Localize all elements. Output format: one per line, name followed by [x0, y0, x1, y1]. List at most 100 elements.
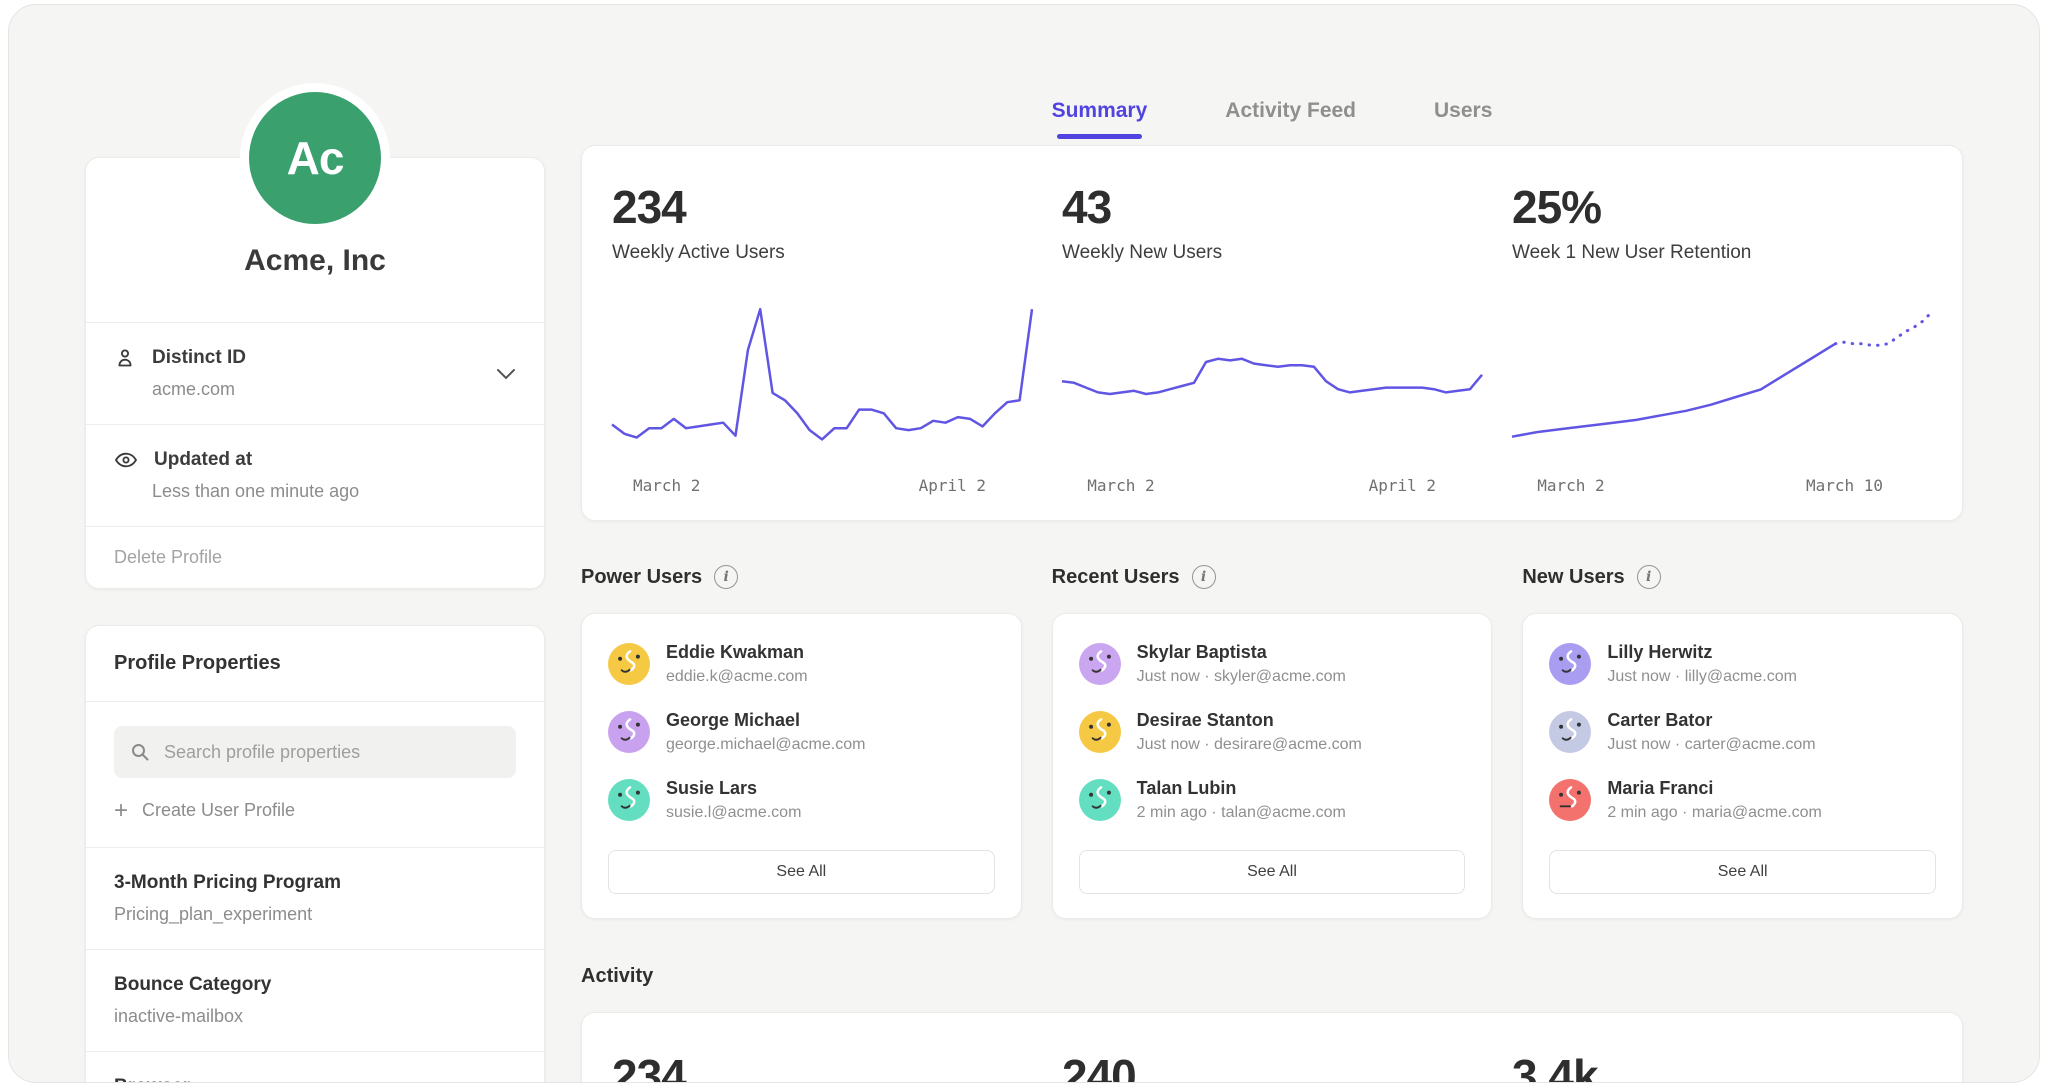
user-avatar [1079, 711, 1121, 753]
doodle-face-icon [1549, 779, 1591, 821]
weekly-active-users-chart [612, 298, 1032, 458]
recent-users-card: Skylar Baptista Just now · skyler@acme.c… [1052, 613, 1493, 919]
user-name: Skylar Baptista [1137, 642, 1346, 663]
weekly-new-users-value: 43 [1062, 180, 1482, 234]
updated-at-row: Updated at Less than one minute ago [86, 425, 544, 526]
doodle-face-icon [1079, 643, 1121, 685]
user-subtext: 2 min ago · maria@acme.com [1607, 804, 1822, 822]
property-label: Browser [114, 1076, 516, 1083]
distinct-id-label: Distinct ID [152, 347, 246, 369]
user-row[interactable]: George Michael george.michael@acme.com [608, 710, 995, 754]
info-icon[interactable]: i [714, 565, 738, 589]
property-value: inactive-mailbox [114, 1006, 516, 1027]
weekly-new-users-column: 43 Weekly New Users March 2 April 2 [1062, 180, 1482, 500]
new-users-header: New Users i [1522, 565, 1963, 589]
power-users-header: Power Users i [581, 565, 1022, 589]
user-row[interactable]: Susie Lars susie.l@acme.com [608, 778, 995, 822]
chart-x-axis: March 2March 10 [1512, 472, 1932, 500]
updated-at-label: Updated at [154, 449, 252, 471]
create-user-profile-label: Create User Profile [142, 800, 295, 821]
user-lists: Eddie Kwakman eddie.k@acme.com [581, 613, 1963, 919]
main-content: Summary Activity Feed Users 234 Weekly A… [581, 5, 1963, 1083]
search-icon [130, 742, 150, 762]
activity-stats-card: 234 240 3.4k [581, 1012, 1963, 1083]
profile-sidebar: Ac Acme, Inc Distinct ID acme.com [85, 5, 545, 1083]
search-profile-properties[interactable] [114, 726, 516, 778]
company-avatar: Ac [240, 83, 390, 233]
doodle-face-icon [1079, 779, 1121, 821]
user-row[interactable]: Talan Lubin 2 min ago · talan@acme.com [1079, 778, 1466, 822]
user-row[interactable]: Carter Bator Just now · carter@acme.com [1549, 710, 1936, 754]
power-users-title: Power Users [581, 566, 702, 589]
user-avatar [1549, 643, 1591, 685]
chart-x-axis: March 2April 2 [612, 472, 1032, 500]
user-avatar [608, 779, 650, 821]
property-label: Bounce Category [114, 974, 516, 996]
user-name: Talan Lubin [1137, 778, 1346, 799]
eye-icon [114, 449, 138, 471]
user-row[interactable]: Skylar Baptista Just now · skyler@acme.c… [1079, 642, 1466, 686]
x-tick-label: March 2 [633, 476, 700, 495]
new-users-title: New Users [1522, 566, 1624, 589]
user-name: Lilly Herwitz [1607, 642, 1797, 663]
user-name: Maria Franci [1607, 778, 1822, 799]
user-subtext: eddie.k@acme.com [666, 668, 808, 686]
user-row[interactable]: Eddie Kwakman eddie.k@acme.com [608, 642, 995, 686]
person-icon [114, 347, 136, 369]
user-avatar [1549, 711, 1591, 753]
user-row[interactable]: Maria Franci 2 min ago · maria@acme.com [1549, 778, 1936, 822]
activity-section-title: Activity [581, 965, 1963, 988]
search-input[interactable] [162, 741, 500, 764]
user-name: Carter Bator [1607, 710, 1815, 731]
chevron-down-icon[interactable] [496, 368, 516, 380]
doodle-face-icon [608, 711, 650, 753]
property-row[interactable]: Browser Chrome [86, 1052, 544, 1083]
retention-column: 25% Week 1 New User Retention March 2Mar… [1512, 180, 1932, 500]
doodle-face-icon [1549, 643, 1591, 685]
delete-profile-button[interactable]: Delete Profile [86, 527, 544, 588]
weekly-new-users-label: Weekly New Users [1062, 242, 1482, 264]
property-row[interactable]: Bounce Category inactive-mailbox [86, 950, 544, 1051]
user-avatar [608, 711, 650, 753]
info-icon[interactable]: i [1637, 565, 1661, 589]
info-icon[interactable]: i [1192, 565, 1216, 589]
retention-value: 25% [1512, 180, 1932, 234]
company-avatar-initials: Ac [287, 131, 344, 185]
recent-users-title: Recent Users [1052, 566, 1180, 589]
retention-chart [1512, 298, 1932, 458]
activity-stat-1: 234 [612, 1049, 1032, 1083]
x-tick-label: March 2 [1087, 476, 1154, 495]
tab-summary[interactable]: Summary [1052, 99, 1148, 139]
user-name: Desirae Stanton [1137, 710, 1362, 731]
user-name: Susie Lars [666, 778, 801, 799]
user-subtext: susie.l@acme.com [666, 804, 801, 822]
weekly-active-users-column: 234 Weekly Active Users March 2April 2 [612, 180, 1032, 500]
user-subtext: Just now · lilly@acme.com [1607, 668, 1797, 686]
property-row[interactable]: 3-Month Pricing Program Pricing_plan_exp… [86, 848, 544, 949]
user-name: George Michael [666, 710, 865, 731]
profile-properties-title: Profile Properties [86, 626, 544, 701]
chart-x-axis: March 2 April 2 [1062, 472, 1482, 500]
user-subtext: george.michael@acme.com [666, 736, 865, 754]
user-avatar [1079, 779, 1121, 821]
tab-users[interactable]: Users [1434, 99, 1492, 139]
tab-bar: Summary Activity Feed Users [581, 99, 1963, 139]
weekly-active-users-label: Weekly Active Users [612, 242, 1032, 264]
create-user-profile-button[interactable]: + Create User Profile [86, 778, 544, 847]
user-subtext: 2 min ago · talan@acme.com [1137, 804, 1346, 822]
user-avatar [1079, 643, 1121, 685]
user-row[interactable]: Desirae Stanton Just now · desirare@acme… [1079, 710, 1466, 754]
see-all-button[interactable]: See All [608, 850, 995, 894]
distinct-id-value: acme.com [152, 379, 516, 400]
see-all-button[interactable]: See All [1079, 850, 1466, 894]
doodle-face-icon [608, 643, 650, 685]
app-window: Ac Acme, Inc Distinct ID acme.com [8, 4, 2040, 1083]
user-subtext: Just now · carter@acme.com [1607, 736, 1815, 754]
user-row[interactable]: Lilly Herwitz Just now · lilly@acme.com [1549, 642, 1936, 686]
tab-activity-feed[interactable]: Activity Feed [1225, 99, 1356, 139]
new-users-card: Lilly Herwitz Just now · lilly@acme.com [1522, 613, 1963, 919]
doodle-face-icon [1079, 711, 1121, 753]
doodle-face-icon [608, 779, 650, 821]
see-all-button[interactable]: See All [1549, 850, 1936, 894]
x-tick-label: April 2 [1369, 476, 1436, 495]
